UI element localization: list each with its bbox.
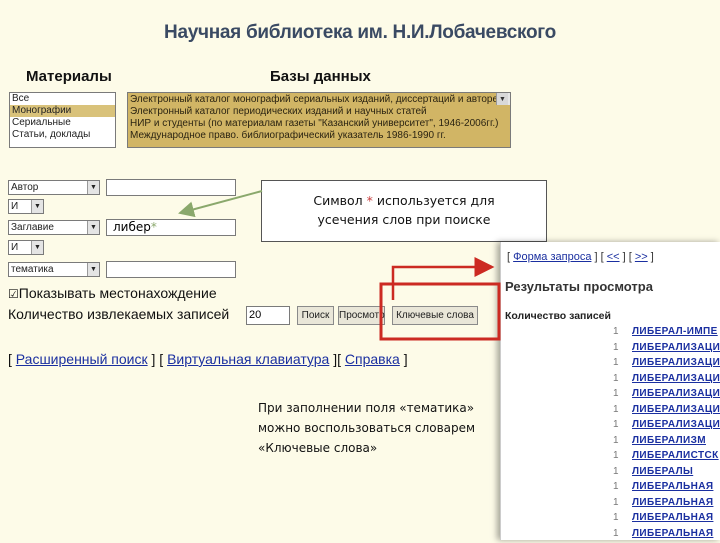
keywords-highlight: [381, 284, 499, 339]
annotation-overlay: [0, 0, 720, 540]
callout-arrow: [180, 191, 262, 213]
